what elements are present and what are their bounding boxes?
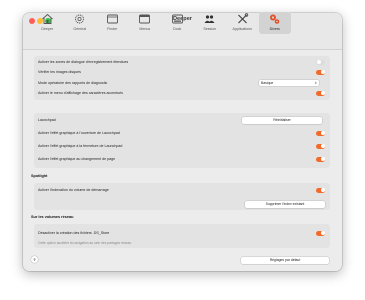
setting-label: Désactiver la création des fichiers .DS_…	[38, 231, 110, 235]
network-section-title: Sur les volumes réseau	[31, 215, 74, 219]
tab-label: Applications	[232, 27, 252, 31]
toggle-knob	[316, 60, 321, 64]
dock-icon	[171, 14, 183, 24]
setting-label: Activer les zones de dialogue d'enregist…	[38, 60, 129, 64]
tab-label: Session	[203, 27, 217, 31]
diagnostic-mode-select[interactable]: Basique ⇕	[259, 80, 319, 86]
spotlight-section-title: Spotlight	[31, 174, 48, 178]
spotlight-indexing-row: Activer l'indexation du volume de démarr…	[34, 185, 330, 195]
diagnostic-mode-row: Mode opératoire des rapports de diagnost…	[34, 78, 330, 88]
tab-applications[interactable]: Applications	[226, 12, 259, 34]
chevron-up-down-icon: ⇕	[314, 81, 317, 85]
menubar-icon	[139, 14, 151, 24]
setting-label: Activer l'effet graphique au changement …	[38, 157, 116, 161]
delete-index-button[interactable]: Supprimer l'index existant	[245, 201, 325, 208]
disable-ds-store-toggle[interactable]	[316, 230, 325, 236]
spotlight-indexing-toggle[interactable]	[316, 187, 325, 193]
gears-icon	[270, 14, 280, 24]
toggle-knob	[320, 157, 325, 161]
setting-label: Activer l'effet graphique à la fermeture…	[38, 144, 123, 148]
verify-disk-images-toggle[interactable]	[316, 69, 325, 75]
launchpad-row: Launchpad Réinitialiser	[34, 115, 330, 125]
tab-label: Général	[73, 27, 87, 31]
tools-icon	[237, 13, 248, 24]
launchpad-close-effect-toggle[interactable]	[316, 143, 325, 149]
accent-menu-row: Activer le menu d'affichage des caractèr…	[34, 88, 330, 98]
launchpad-page-effect-row: Activer l'effet graphique au changement …	[34, 154, 330, 164]
gear-icon	[75, 14, 85, 24]
toggle-knob	[320, 188, 325, 192]
setting-label: Vérifier les images disques	[38, 70, 81, 74]
setting-label: Activer l'effet graphique à l'ouverture …	[38, 131, 120, 135]
tab-general[interactable]: Général	[64, 12, 97, 34]
restore-defaults-button[interactable]: Réglages par défaut	[241, 257, 329, 264]
users-icon	[204, 15, 215, 23]
toggle-knob	[320, 144, 325, 148]
tab-divers[interactable]: Divers	[258, 12, 291, 34]
extended-save-dialogs-toggle[interactable]	[316, 59, 325, 65]
house-icon	[41, 13, 53, 24]
tab-label: Menus	[139, 27, 151, 31]
tab-dock[interactable]: Dock	[161, 12, 194, 34]
launchpad-open-effect-row: Activer l'effet graphique à l'ouverture …	[34, 128, 330, 138]
toggle-knob	[320, 231, 325, 235]
setting-label: Activer le menu d'affichage des caractèr…	[38, 91, 123, 95]
toggle-knob	[320, 91, 325, 95]
toggle-knob	[320, 70, 325, 74]
launchpad-close-effect-row: Activer l'effet graphique à la fermeture…	[34, 141, 330, 151]
tab-label: Divers	[269, 27, 280, 31]
tab-deeper[interactable]: Deeper	[31, 12, 64, 34]
tab-label: Dock	[173, 27, 182, 31]
accent-menu-toggle[interactable]	[316, 90, 325, 96]
tab-label: Finder	[107, 27, 118, 31]
setting-label: Activer l'indexation du volume de démarr…	[38, 188, 109, 192]
disable-ds-store-row: Désactiver la création des fichiers .DS_…	[34, 228, 330, 238]
select-value: Basique	[261, 81, 274, 85]
toggle-knob	[320, 131, 325, 135]
launchpad-page-effect-toggle[interactable]	[316, 156, 325, 162]
network-note: Cette option accélère la navigation au s…	[38, 241, 133, 245]
tab-finder[interactable]: Finder	[96, 12, 129, 34]
reset-launchpad-button[interactable]: Réinitialiser	[242, 116, 322, 124]
setting-label: Mode opératoire des rapports de diagnost…	[38, 81, 108, 85]
preferences-toolbar: Deeper Général Finder Menus Dock Session…	[31, 12, 291, 34]
tab-menus[interactable]: Menus	[129, 12, 162, 34]
launchpad-open-effect-toggle[interactable]	[316, 130, 325, 136]
tab-session[interactable]: Session	[194, 12, 227, 34]
verify-disk-images-row: Vérifier les images disques	[34, 67, 330, 77]
extended-save-dialogs-row: Activer les zones de dialogue d'enregist…	[34, 57, 330, 67]
launchpad-label: Launchpad	[38, 118, 56, 122]
tab-label: Deeper	[41, 27, 54, 31]
window-icon	[106, 14, 118, 24]
help-button[interactable]: ?	[31, 256, 38, 263]
